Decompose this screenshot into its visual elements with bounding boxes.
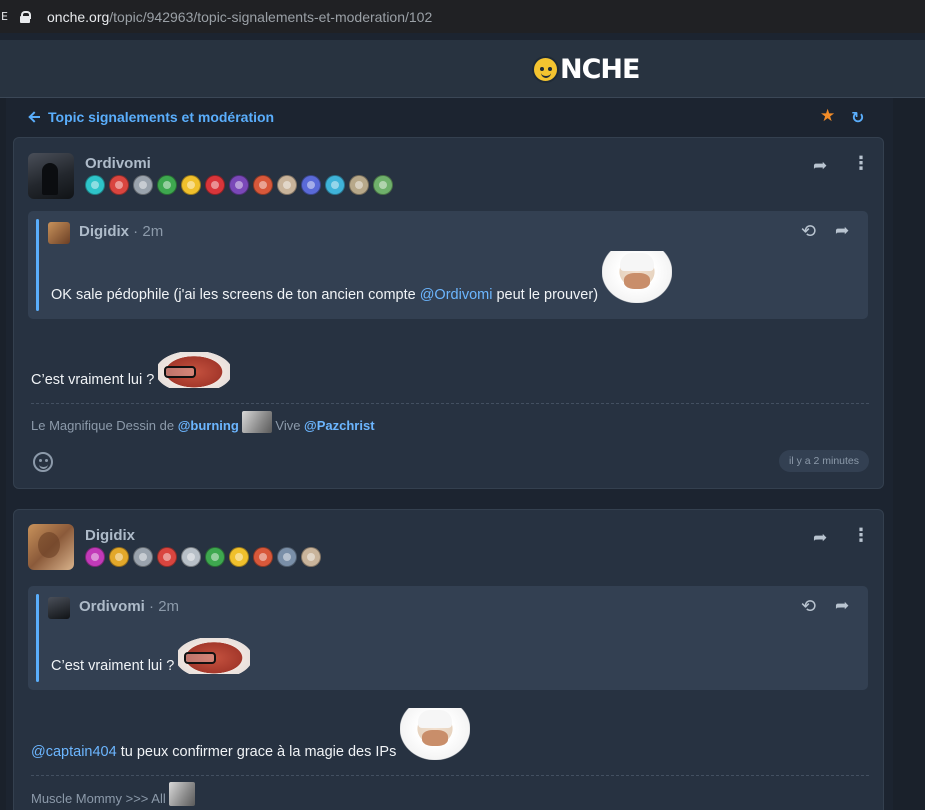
logo-text: NCHE — [560, 53, 640, 85]
quote-time: · 2m — [144, 598, 180, 615]
badge-icon[interactable] — [109, 547, 129, 567]
post-body: @captain404 tu peux confirmer grace à la… — [31, 708, 471, 760]
badge-icon[interactable] — [301, 175, 321, 195]
signature-divider — [31, 775, 869, 776]
site-header: NCHE — [0, 40, 925, 98]
topic-title[interactable]: Topic signalements et modération — [48, 109, 274, 125]
smiley-logo-icon — [532, 55, 559, 83]
arrow-left-icon[interactable] — [28, 109, 44, 125]
badge-icon[interactable] — [85, 547, 105, 567]
sticker-image — [241, 411, 272, 433]
post-author[interactable]: Ordivomi — [85, 155, 151, 172]
badge-icon[interactable] — [109, 175, 129, 195]
share-icon[interactable]: ➦ — [835, 596, 849, 616]
mention-link[interactable]: @Pazchrist — [304, 418, 374, 433]
quote-text-start: OK sale pédophile (j'ai les screens de t… — [51, 287, 420, 303]
share-icon[interactable]: ➦ — [813, 156, 827, 176]
more-options-icon[interactable]: ⋮ — [852, 153, 870, 174]
badge-icon[interactable] — [133, 175, 153, 195]
url-path: /topic/942963/topic-signalements-et-mode… — [109, 8, 433, 25]
badge-icon[interactable] — [181, 175, 201, 195]
badge-icon[interactable] — [229, 175, 249, 195]
signature-text: Vive — [271, 418, 305, 433]
topic-bar: Topic signalements et modération ★ ↻ — [14, 104, 884, 130]
badge-icon[interactable] — [373, 175, 393, 195]
quote-avatar[interactable] — [48, 222, 70, 244]
quoted-message: Ordivomi · 2m ⟲ ➦ C’est vraiment lui ? — [28, 586, 868, 690]
signature: Le Magnifique Dessin de @burning Vive @P… — [31, 411, 375, 433]
post-body: C’est vraiment lui ? — [31, 352, 231, 388]
quote-author-name: Digidix — [79, 223, 130, 240]
badge-icon[interactable] — [157, 175, 177, 195]
quoted-message: Digidix · 2m ⟲ ➦ OK sale pédophile (j'ai… — [28, 211, 868, 319]
left-gutter — [0, 98, 6, 810]
body-text: tu peux confirmer grace à la magie des I… — [116, 744, 401, 760]
add-reaction-icon[interactable] — [33, 452, 53, 472]
sticker-image — [158, 352, 231, 388]
more-options-icon[interactable]: ⋮ — [852, 525, 870, 546]
badge-icon[interactable] — [229, 547, 249, 567]
badge-icon[interactable] — [325, 175, 345, 195]
url-text[interactable]: onche.org/topic/942963/topic-signalement… — [47, 9, 432, 25]
quote-author-name: Ordivomi — [79, 598, 145, 615]
avatar[interactable] — [28, 153, 74, 199]
badge-icon[interactable] — [277, 547, 297, 567]
sticker-image — [602, 251, 673, 303]
avatar[interactable] — [28, 524, 74, 570]
history-icon[interactable]: ⟲ — [801, 596, 816, 617]
mention-link[interactable]: @Ordivomi — [420, 287, 493, 303]
quote-author[interactable]: Digidix · 2m — [79, 223, 163, 240]
quote-text-end: peut le prouver) — [492, 287, 603, 303]
site-logo[interactable]: NCHE — [532, 53, 640, 85]
badge-icon[interactable] — [205, 547, 225, 567]
badge-icon[interactable] — [181, 547, 201, 567]
post-card: Ordivomi ➦ ⋮ Digidix · 2m ⟲ ➦ OK sale pé… — [13, 137, 884, 489]
badge-icon[interactable] — [277, 175, 297, 195]
quote-author[interactable]: Ordivomi · 2m — [79, 598, 179, 615]
badge-list — [85, 547, 321, 567]
badge-icon[interactable] — [205, 175, 225, 195]
quote-avatar[interactable] — [48, 597, 70, 619]
badge-list — [85, 175, 393, 195]
url-host: onche.org — [47, 8, 110, 25]
quote-time: · 2m — [129, 223, 164, 240]
sticker-image — [400, 708, 471, 760]
badge-icon[interactable] — [133, 547, 153, 567]
quote-text: OK sale pédophile (j'ai les screens de t… — [51, 251, 673, 303]
sticker-image — [178, 638, 251, 674]
badge-icon[interactable] — [253, 547, 273, 567]
signature: Muscle Mommy >>> All — [31, 782, 196, 806]
quote-bar — [36, 219, 39, 311]
post-author[interactable]: Digidix — [85, 527, 135, 544]
post-timestamp[interactable]: il y a 2 minutes — [779, 450, 869, 472]
body-text: C’est vraiment lui ? — [31, 372, 159, 388]
tab-edge-glyph: E — [1, 10, 8, 23]
sticker-image — [169, 782, 196, 806]
badge-icon[interactable] — [253, 175, 273, 195]
signature-text: Le Magnifique Dessin de — [31, 418, 178, 433]
badge-icon[interactable] — [349, 175, 369, 195]
post-card: Digidix ➦ ⋮ Ordivomi · 2m ⟲ ➦ C’est vrai… — [13, 509, 884, 810]
history-icon[interactable]: ⟲ — [801, 221, 816, 242]
quote-text: C’est vraiment lui ? — [51, 638, 251, 674]
lock-icon[interactable] — [20, 10, 31, 23]
share-icon[interactable]: ➦ — [813, 528, 827, 548]
browser-address-bar[interactable]: E onche.org/topic/942963/topic-signaleme… — [0, 0, 925, 33]
right-gutter — [893, 98, 925, 810]
mention-link[interactable]: @burning — [178, 418, 239, 433]
quote-text-body: C’est vraiment lui ? — [51, 658, 179, 674]
badge-icon[interactable] — [85, 175, 105, 195]
badge-icon[interactable] — [301, 547, 321, 567]
signature-divider — [31, 403, 869, 404]
badge-icon[interactable] — [157, 547, 177, 567]
quote-bar — [36, 594, 39, 682]
share-icon[interactable]: ➦ — [835, 221, 849, 241]
signature-text: Muscle Mommy >>> All — [31, 791, 170, 806]
refresh-icon[interactable]: ↻ — [851, 108, 864, 127]
mention-link[interactable]: @captain404 — [31, 744, 117, 760]
star-icon[interactable]: ★ — [820, 106, 835, 126]
